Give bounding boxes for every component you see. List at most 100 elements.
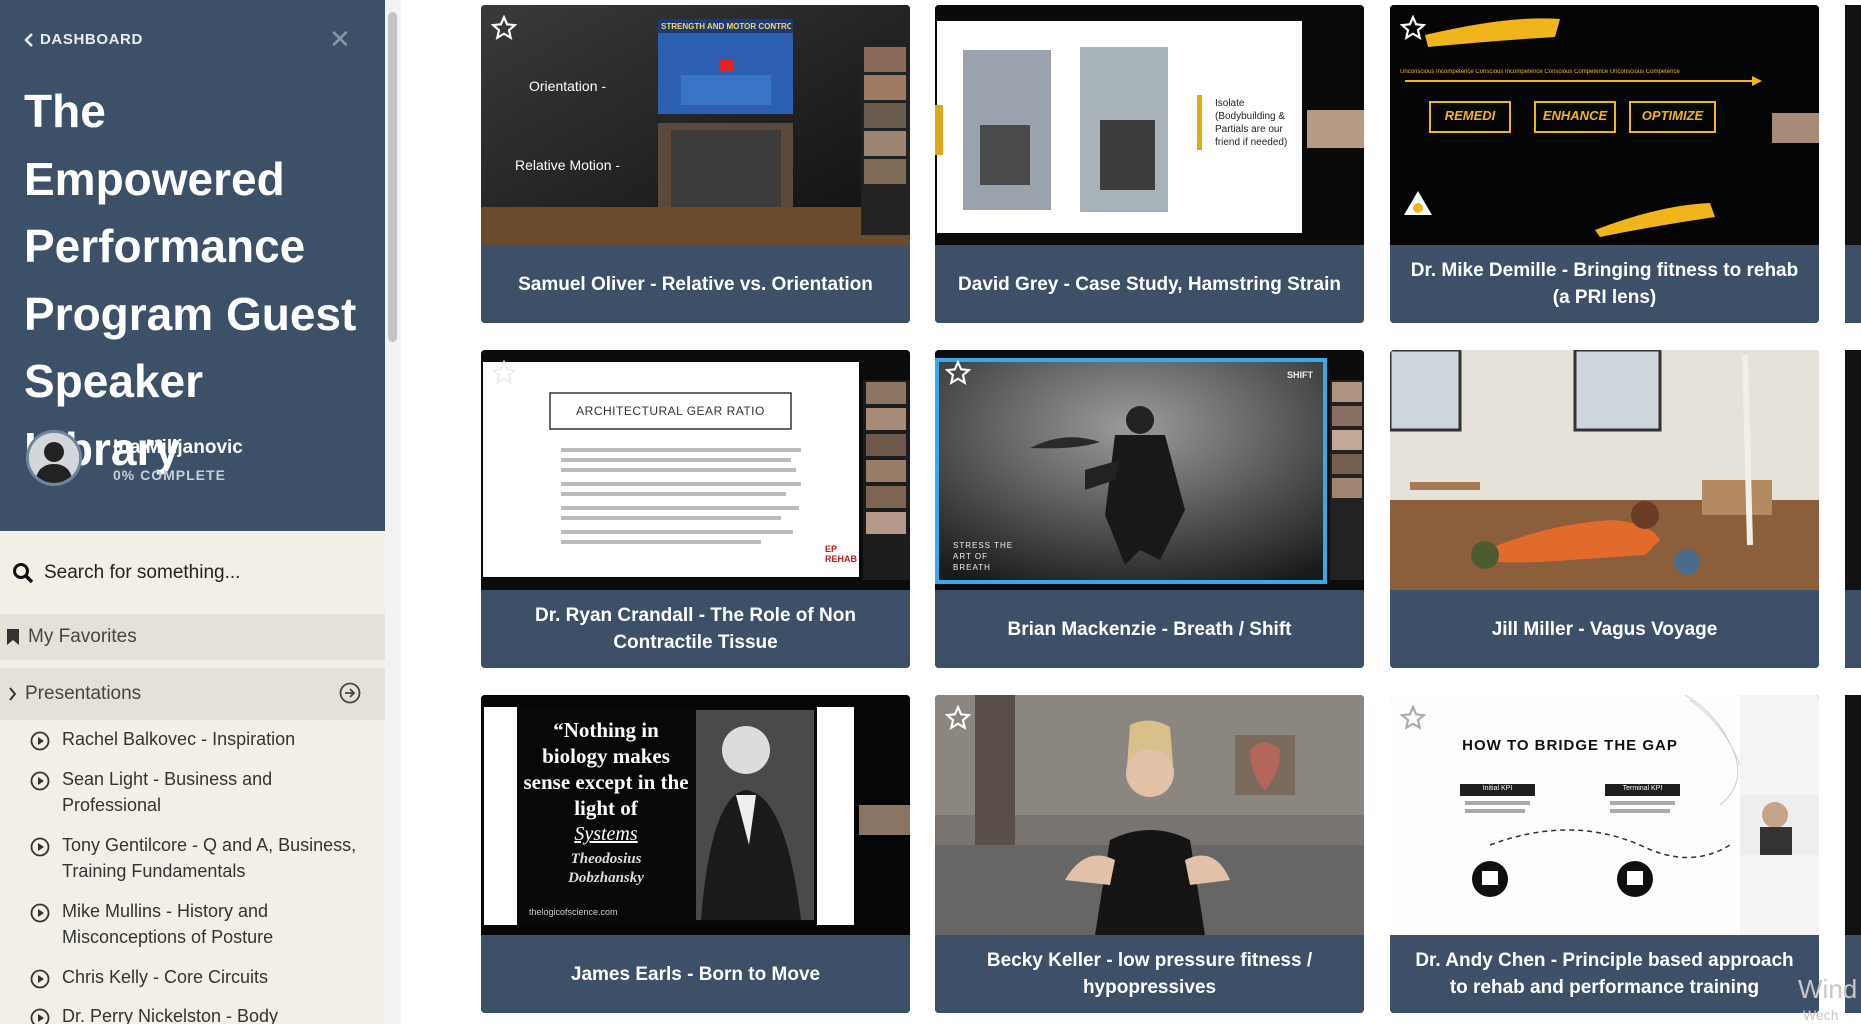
search-bar[interactable] [0, 560, 385, 586]
video-title: Dr. Andy Chen - Principle based approach… [1415, 950, 1794, 998]
video-title: Dr. Ryan Crandall - The Role of Non Cont… [535, 605, 856, 653]
video-title: Brian Mackenzie - Breath / Shift [1007, 618, 1292, 640]
video-thumbnail [1390, 350, 1819, 590]
video-title: Becky Keller - low pressure fitness / hy… [986, 950, 1313, 998]
star-icon[interactable] [491, 15, 517, 41]
video-thumbnail: HOW TO BRIDGE THE GAP Initial KPI Termin… [1390, 695, 1819, 935]
video-title: Dr. Mike Demille - Bringing fitness to r… [1410, 260, 1799, 308]
video-thumbnail: ARCHITECTURAL GEAR RATIO EP REHAB [481, 350, 910, 590]
progress-text: 0% COMPLETE [113, 467, 226, 483]
bookmark-icon [7, 629, 19, 645]
slide-text: Relative Motion - [515, 157, 621, 173]
video-caption: Dr. Andy Chen - Principle based approach… [1390, 935, 1819, 1013]
video-title: James Earls - Born to Move [570, 963, 821, 985]
star-icon[interactable] [945, 360, 971, 386]
slide-text: Orientation - [529, 78, 607, 94]
star-icon[interactable] [945, 705, 971, 731]
arrow-circle-right-icon[interactable] [339, 682, 361, 704]
play-circle-icon [30, 969, 50, 989]
user-name: Ina Milijanovic [113, 437, 243, 458]
video-thumbnail: “Nothing in biology makes sense except i… [481, 695, 910, 935]
embedded-video-title: STRENGTH AND MOTOR CONTROL [661, 22, 791, 31]
video-caption-partial [1845, 590, 1861, 668]
lesson-title: Rachel Balkovec - Inspiration [62, 729, 296, 749]
slide-label: Initial KPI [1482, 785, 1513, 792]
video-caption: Samuel Oliver - Relative vs. Orientation [481, 245, 910, 323]
slide-heading: HOW TO BRIDGE THE GAP [1462, 737, 1678, 754]
slide-text: STRESS THE ART OF BREATH [953, 541, 1014, 572]
video-card[interactable]: Unconscious Incompetence Conscious Incom… [1390, 5, 1819, 323]
lesson-item[interactable]: Mike Mullins - History and Misconception… [0, 898, 385, 952]
chevron-left-icon [24, 32, 33, 47]
video-card[interactable]: “Nothing in biology makes sense except i… [481, 695, 910, 1013]
lesson-title: Sean Light - Business and Professional [62, 769, 273, 815]
star-icon[interactable] [491, 360, 517, 386]
my-favorites-label: My Favorites [28, 626, 137, 647]
video-card[interactable]: Becky Keller - low pressure fitness / hy… [935, 695, 1364, 1013]
video-thumbnail [935, 695, 1364, 935]
video-card[interactable]: Orientation - Relative Motion - STRENGTH… [481, 5, 910, 323]
video-thumbnail: STRESS THE ART OF BREATH SHIFT [935, 350, 1364, 590]
activation-watermark: Wind [1798, 974, 1858, 1004]
video-caption-partial [1845, 245, 1861, 323]
play-circle-icon [30, 771, 50, 791]
lesson-item[interactable]: Chris Kelly - Core Circuits [0, 964, 385, 992]
star-icon[interactable] [1400, 15, 1426, 41]
lesson-title: Chris Kelly - Core Circuits [62, 967, 269, 987]
video-caption: Dr. Mike Demille - Bringing fitness to r… [1390, 245, 1819, 323]
video-card[interactable]: STRESS THE ART OF BREATH SHIFT Brian Mac… [935, 350, 1364, 668]
my-favorites-item[interactable]: My Favorites [0, 614, 385, 660]
slide-box: ENHANCE [1542, 108, 1608, 123]
dashboard-back-link[interactable]: DASHBOARD [24, 31, 143, 48]
lesson-title: Tony Gentilcore - Q and A, Business, Tra… [62, 835, 357, 881]
user-silhouette-icon [29, 433, 79, 483]
video-caption: David Grey - Case Study, Hamstring Strai… [935, 245, 1364, 323]
lesson-item[interactable]: Dr. Perry Nickelston - Body [0, 1003, 385, 1024]
sidebar-scroll-thumb[interactable] [388, 12, 397, 342]
video-thumbnail: Unconscious Incompetence Conscious Incom… [1390, 5, 1819, 245]
slide-text: Isolate (Bodybuilding & Partials are our… [1215, 98, 1288, 148]
slide-quote-word: Systems [574, 823, 638, 845]
rehab-logo: EP REHAB [825, 544, 858, 564]
activation-watermark-sub: Wech [1803, 1007, 1839, 1023]
slide-site: thelogicofscience.com [529, 907, 618, 917]
video-card[interactable]: Isolate (Bodybuilding & Partials are our… [935, 5, 1364, 323]
video-card[interactable]: Jill Miller - Vagus Voyage [1390, 350, 1819, 668]
video-card[interactable]: HOW TO BRIDGE THE GAP Initial KPI Termin… [1390, 695, 1819, 1013]
back-label: DASHBOARD [40, 31, 143, 48]
star-icon[interactable] [1400, 705, 1426, 731]
section-presentations[interactable]: Presentations [0, 668, 385, 720]
slide-box: OPTIMIZE [1641, 108, 1704, 123]
play-circle-icon [30, 731, 50, 751]
course-header: DASHBOARD ✕ The Empowered Performance Pr… [0, 0, 385, 531]
slide-label: Terminal KPI [1622, 785, 1663, 792]
close-icon[interactable]: ✕ [329, 26, 351, 52]
lesson-title: Dr. Perry Nickelston - Body [62, 1006, 279, 1024]
video-caption: Jill Miller - Vagus Voyage [1390, 590, 1819, 668]
video-caption: Becky Keller - low pressure fitness / hy… [935, 935, 1364, 1013]
play-circle-icon [30, 1008, 50, 1024]
video-title: Jill Miller - Vagus Voyage [1491, 618, 1718, 640]
chevron-right-icon [9, 687, 17, 701]
video-thumbnail: Isolate (Bodybuilding & Partials are our… [935, 5, 1364, 245]
slide-quote: “Nothing in biology makes sense except i… [523, 718, 689, 820]
lesson-item[interactable]: Tony Gentilcore - Q and A, Business, Tra… [0, 832, 385, 886]
video-title: Samuel Oliver - Relative vs. Orientation [518, 273, 873, 295]
play-circle-icon [30, 837, 50, 857]
video-card[interactable]: ARCHITECTURAL GEAR RATIO EP REHAB Dr. Ry… [481, 350, 910, 668]
video-title: David Grey - Case Study, Hamstring Strai… [958, 273, 1341, 295]
video-caption: Brian Mackenzie - Breath / Shift [935, 590, 1364, 668]
slide-author: Theodosius Dobzhansky [568, 851, 644, 886]
sidebar: DASHBOARD ✕ The Empowered Performance Pr… [0, 0, 385, 1024]
lesson-item[interactable]: Rachel Balkovec - Inspiration [0, 726, 385, 754]
slide-heading: ARCHITECTURAL GEAR RATIO [576, 404, 765, 418]
lesson-item[interactable]: Sean Light - Business and Professional [0, 766, 385, 820]
search-input[interactable] [44, 562, 364, 584]
avatar[interactable] [26, 430, 82, 486]
slide-text: Unconscious Incompetence Conscious Incom… [1400, 69, 1680, 75]
video-caption: James Earls - Born to Move [481, 935, 910, 1013]
play-circle-icon [30, 903, 50, 923]
brand-text: SHIFT [1287, 370, 1313, 380]
video-caption: Dr. Ryan Crandall - The Role of Non Cont… [481, 590, 910, 668]
course-title: The Empowered Performance Program Guest … [24, 85, 357, 475]
